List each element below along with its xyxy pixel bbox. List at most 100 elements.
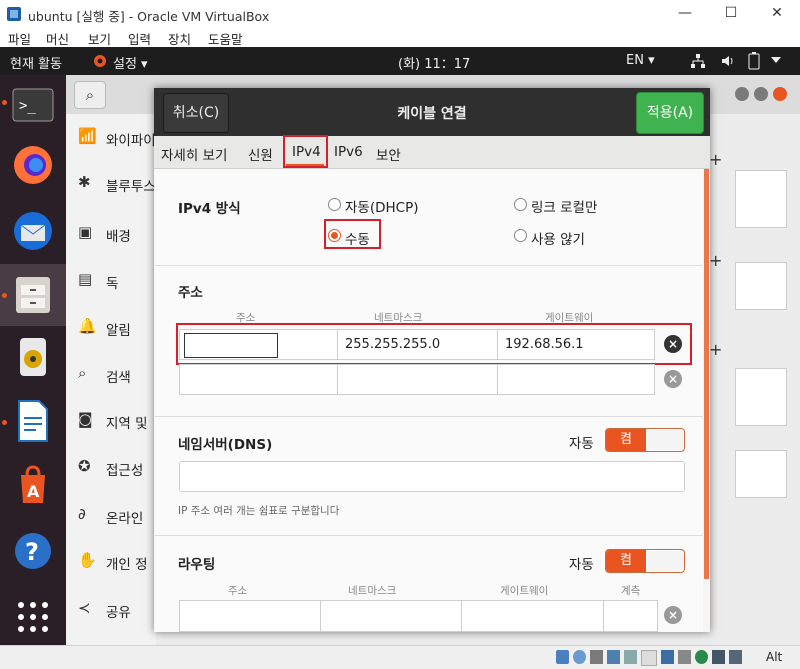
background-card	[735, 450, 787, 498]
settings-sidebar: 📶 와이파이 ✱ 블루투스 ▣ 배경 ▤ 독 🔔 알림 ⌕ 검색 ◙ 지역 및 ✪ 접근성 ∂ 온…	[66, 114, 156, 645]
route-metric-input[interactable]	[603, 600, 658, 632]
input-language[interactable]: EN ▾	[626, 53, 655, 68]
dns-auto-toggle[interactable]: 켬	[605, 428, 685, 452]
running-indicator	[2, 100, 7, 105]
software-icon[interactable]: A	[9, 461, 57, 509]
activities-button[interactable]: 현재 활동	[10, 53, 62, 72]
dock-icon: ▤	[78, 270, 93, 288]
privacy-icon: ✋	[78, 551, 97, 569]
menu-input[interactable]: 입력	[128, 29, 151, 48]
sidebar-item-search[interactable]: ⌕ 검색	[66, 351, 156, 397]
app-menu[interactable]: 설정 ▾	[113, 53, 148, 72]
route-col-address: 주소	[228, 585, 248, 597]
network-device-icon[interactable]	[607, 650, 621, 664]
virtualbox-statusbar: Alt	[0, 645, 800, 669]
radio-link-local[interactable]	[514, 198, 527, 211]
sidebar-item-background[interactable]: ▣ 배경	[66, 210, 156, 256]
rhythmbox-icon[interactable]	[9, 333, 57, 381]
notifications-icon: 🔔	[78, 317, 97, 335]
menu-help[interactable]: 도움말	[208, 29, 243, 48]
audio-icon[interactable]	[590, 650, 604, 664]
tab-security[interactable]: 보안	[376, 144, 401, 164]
sidebar-item-notifications[interactable]: 🔔 알림	[66, 304, 156, 350]
route-netmask-input[interactable]	[320, 600, 462, 632]
sidebar-item-wifi[interactable]: 📶 와이파이	[66, 114, 156, 160]
routing-auto-toggle[interactable]: 켬	[605, 549, 685, 573]
search-icon[interactable]: ⌕	[74, 81, 106, 109]
address-section-label: 주소	[178, 285, 203, 301]
menu-devices[interactable]: 장치	[168, 29, 191, 48]
sidebar-item-dock[interactable]: ▤ 독	[66, 257, 156, 303]
add-icon[interactable]: +	[709, 251, 722, 270]
top-panel: 현재 활동 설정 ▾ (화) 11：17 EN ▾	[0, 47, 800, 75]
dns-input[interactable]	[179, 461, 685, 492]
sidebar-item-privacy[interactable]: ✋ 개인 정	[66, 538, 156, 584]
region-icon: ◙	[78, 410, 93, 428]
delete-route-icon[interactable]: ×	[664, 606, 682, 624]
tab-identity[interactable]: 신원	[248, 144, 273, 164]
help-icon[interactable]: ?	[9, 527, 57, 575]
menu-file[interactable]: 파일	[8, 29, 31, 48]
battery-icon[interactable]	[748, 52, 760, 70]
dock: >_ 파일 A ?	[0, 75, 125, 645]
tab-details[interactable]: 자세히 보기	[161, 144, 227, 164]
files-icon[interactable]	[9, 271, 57, 319]
settings-window-controls	[735, 87, 787, 101]
route-address-input[interactable]	[179, 600, 321, 632]
usb-icon[interactable]	[624, 650, 638, 664]
add-icon[interactable]: +	[709, 340, 722, 359]
route-gateway-input[interactable]	[461, 600, 604, 632]
hdd-icon[interactable]	[556, 650, 570, 664]
mouse-integration-icon[interactable]	[711, 650, 725, 664]
wifi-icon: 📶	[78, 127, 97, 145]
scrollbar[interactable]	[704, 169, 709, 579]
gateway-input-empty[interactable]	[497, 364, 655, 395]
ipv4-method-label: IPv4 방식	[178, 201, 241, 217]
close-button[interactable]: ✕	[754, 0, 800, 27]
settings-gear-icon	[94, 55, 106, 67]
system-menu-icon[interactable]	[770, 55, 782, 65]
menubar: 파일 머신 보기 입력 장치 도움말	[0, 27, 800, 47]
writer-icon[interactable]	[9, 397, 57, 445]
address-input-empty[interactable]	[179, 364, 338, 395]
maximize-button[interactable]: ☐	[708, 0, 754, 27]
apps-grid-icon[interactable]	[9, 591, 57, 639]
optical-icon[interactable]	[573, 650, 587, 664]
sidebar-item-accessibility[interactable]: ✪ 접근성	[66, 444, 156, 490]
radio-auto-dhcp-label: 자동(DHCP)	[345, 200, 419, 216]
thunderbird-icon[interactable]	[9, 207, 57, 255]
search-icon: ⌕	[78, 364, 87, 382]
bluetooth-icon: ✱	[78, 173, 91, 191]
radio-disabled[interactable]	[514, 229, 527, 242]
background-card	[735, 368, 787, 426]
add-icon[interactable]: +	[709, 150, 722, 169]
dns-hint: IP 주소 여러 개는 쉼표로 구분합니다	[178, 505, 340, 517]
menu-view[interactable]: 보기	[88, 29, 111, 48]
sidebar-item-online-accounts[interactable]: ∂ 온라인	[66, 492, 156, 538]
clock[interactable]: (화) 11：17	[398, 53, 470, 72]
keyboard-icon[interactable]	[728, 650, 743, 664]
svg-text:>_: >_	[19, 98, 36, 114]
cpu-icon[interactable]	[694, 650, 708, 664]
delete-row-icon[interactable]: ×	[664, 370, 682, 388]
sidebar-item-region[interactable]: ◙ 지역 및	[66, 397, 156, 443]
minimize-button[interactable]: —	[662, 0, 708, 27]
radio-disabled-label: 사용 않기	[531, 232, 585, 248]
recording-icon[interactable]	[677, 650, 691, 664]
routing-auto-label: 자동	[569, 557, 594, 573]
netmask-input-empty[interactable]	[337, 364, 498, 395]
display-icon[interactable]	[660, 650, 674, 664]
terminal-icon[interactable]: >_	[9, 81, 57, 129]
firefox-icon[interactable]	[9, 141, 57, 189]
radio-auto-dhcp[interactable]	[328, 198, 341, 211]
network-icon[interactable]	[690, 53, 706, 69]
sidebar-item-bluetooth[interactable]: ✱ 블루투스	[66, 160, 156, 206]
shared-folders-icon[interactable]	[641, 650, 657, 666]
volume-icon[interactable]	[720, 53, 736, 69]
window-titlebar: ubuntu [실행 중] - Oracle VM VirtualBox — ☐…	[0, 0, 800, 27]
sidebar-item-sharing[interactable]: ≺ 공유	[66, 586, 156, 632]
svg-text:?: ?	[25, 538, 39, 566]
tab-ipv6[interactable]: IPv6	[334, 144, 363, 160]
apply-button[interactable]: 적용(A)	[636, 92, 704, 134]
menu-machine[interactable]: 머신	[46, 29, 69, 48]
